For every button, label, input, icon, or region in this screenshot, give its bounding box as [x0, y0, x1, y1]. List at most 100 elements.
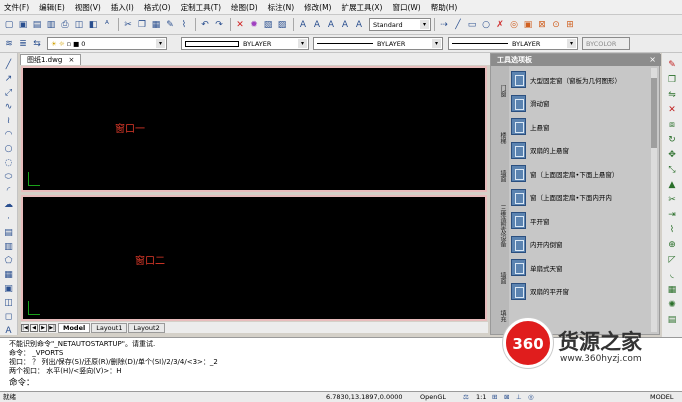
next-tab-icon[interactable]: ▶: [39, 323, 47, 332]
explode-icon[interactable]: ✺: [666, 299, 678, 311]
match-properties-icon[interactable]: ✎: [164, 19, 176, 31]
circle-icon[interactable]: ○: [3, 143, 15, 155]
layer-manager-icon[interactable]: ≋: [3, 38, 15, 50]
palette-scrollbar[interactable]: [651, 68, 657, 332]
publish-icon[interactable]: ◧: [87, 19, 99, 31]
hatch-icon[interactable]: ▤: [3, 227, 15, 239]
palette-tool[interactable]: 窗（上面固定扇•下面上悬窗）: [511, 162, 641, 186]
palette-tool[interactable]: 单扇式天窗: [511, 256, 641, 280]
grid-toggle-icon[interactable]: ⊠: [504, 393, 509, 402]
layer-select[interactable]: ☀ ☼ ▫ ■ 0 ▾: [47, 37, 167, 50]
palette-tool[interactable]: 内开内倒窗: [511, 233, 641, 257]
document-tab[interactable]: 图纸1.dwg ×: [20, 54, 82, 65]
layer-previous-icon[interactable]: ⇆: [31, 38, 43, 50]
layer-state-icon[interactable]: ≣: [17, 38, 29, 50]
menu-tools[interactable]: 定制工具(T): [181, 2, 221, 13]
menu-file[interactable]: 文件(F): [4, 2, 29, 13]
viewport-bottom[interactable]: 窗口二: [21, 195, 487, 321]
text-edit-icon[interactable]: A: [311, 19, 323, 31]
palette-tool[interactable]: 大型固定窗（窗板为几何图形）: [511, 68, 641, 92]
cross-tool-icon[interactable]: ⊠: [536, 19, 548, 31]
region-icon[interactable]: ⬠: [3, 255, 15, 267]
palette-tab-stairs[interactable]: 楼梯: [493, 124, 507, 152]
palette-tool[interactable]: 滑动窗: [511, 92, 641, 116]
spline-icon[interactable]: ≀: [3, 115, 15, 127]
color-select[interactable]: BYLAYER ▾: [181, 37, 309, 50]
point-icon[interactable]: ·: [3, 213, 15, 225]
block-icon[interactable]: ▨: [276, 19, 288, 31]
ray-icon[interactable]: ↗: [3, 73, 15, 85]
wipeout-icon[interactable]: ◻: [3, 311, 15, 323]
undo-icon[interactable]: ↶: [199, 19, 211, 31]
tab-model[interactable]: Model: [58, 322, 91, 333]
erase-icon[interactable]: ✎: [666, 59, 678, 71]
make-block-icon[interactable]: ◫: [3, 297, 15, 309]
status-scale[interactable]: 1:1: [476, 393, 486, 402]
open-file-icon[interactable]: ▣: [17, 19, 29, 31]
line-icon[interactable]: ╱: [3, 59, 15, 71]
close-icon[interactable]: ×: [69, 56, 75, 64]
menu-format[interactable]: 格式(O): [144, 2, 171, 13]
circle-dot-tool-icon[interactable]: ⊙: [550, 19, 562, 31]
break-icon[interactable]: ⌇: [666, 224, 678, 236]
copy-icon[interactable]: ❐: [136, 19, 148, 31]
polar-toggle-icon[interactable]: ◎: [528, 393, 534, 402]
print-icon[interactable]: ⎙: [59, 19, 71, 31]
array-icon[interactable]: ▦: [666, 284, 678, 296]
extend-icon[interactable]: ⇥: [666, 209, 678, 221]
palette-tool[interactable]: 平开窗: [511, 209, 641, 233]
menu-window[interactable]: 窗口(W): [392, 2, 420, 13]
stretch-icon[interactable]: ▲: [666, 179, 678, 191]
redo-icon[interactable]: ↷: [213, 19, 225, 31]
menu-edit[interactable]: 编辑(E): [39, 2, 65, 13]
delete-icon[interactable]: ✕: [666, 104, 678, 116]
text-style-icon[interactable]: A: [325, 19, 337, 31]
text-find-icon[interactable]: A: [339, 19, 351, 31]
rectangle-tool-icon[interactable]: ▭: [466, 19, 478, 31]
spell-check-icon[interactable]: ᴬ: [101, 19, 113, 31]
close-icon[interactable]: ×: [649, 54, 656, 66]
lineweight-select[interactable]: BYLAYER ▾: [448, 37, 578, 50]
scale-icon[interactable]: ⤡: [666, 164, 678, 176]
palette-tab-hatch[interactable]: 填充: [493, 302, 507, 330]
arrow-tool-icon[interactable]: ⇢: [438, 19, 450, 31]
box-tool-icon[interactable]: ▣: [522, 19, 534, 31]
last-tab-icon[interactable]: ▶|: [48, 323, 56, 332]
linetype-select[interactable]: BYLAYER ▾: [313, 37, 443, 50]
snap-tool-icon[interactable]: ◎: [508, 19, 520, 31]
menu-insert[interactable]: 插入(I): [111, 2, 134, 13]
delete-icon[interactable]: ✕: [234, 19, 246, 31]
donut-icon[interactable]: ◌: [3, 157, 15, 169]
first-tab-icon[interactable]: |◀: [21, 323, 29, 332]
purge-icon[interactable]: ✹: [248, 19, 260, 31]
menu-modify[interactable]: 修改(M): [304, 2, 331, 13]
move-icon[interactable]: ✥: [666, 149, 678, 161]
ellipse-icon[interactable]: ⬭: [3, 171, 15, 183]
properties-icon[interactable]: ▤: [666, 314, 678, 326]
table-icon[interactable]: ▦: [3, 269, 15, 281]
save-icon[interactable]: ▤: [31, 19, 43, 31]
paste-icon[interactable]: ▦: [150, 19, 162, 31]
grid-tool-icon[interactable]: ⊞: [564, 19, 576, 31]
gradient-icon[interactable]: ▥: [3, 241, 15, 253]
ortho-toggle-icon[interactable]: ⊥: [516, 393, 522, 402]
save-all-icon[interactable]: ▥: [45, 19, 57, 31]
tab-layout1[interactable]: Layout1: [91, 322, 128, 333]
print-preview-icon[interactable]: ◫: [73, 19, 85, 31]
layer-icon[interactable]: ▧: [262, 19, 274, 31]
line-tool-icon[interactable]: ╱: [452, 19, 464, 31]
tab-layout2[interactable]: Layout2: [128, 322, 165, 333]
menu-draw[interactable]: 绘图(D): [231, 2, 258, 13]
text-style-select[interactable]: Standard ▾: [369, 18, 431, 31]
palette-tab-doors-windows[interactable]: 门窗: [493, 74, 507, 108]
insert-block-icon[interactable]: ▣: [3, 283, 15, 295]
cloud-tool-icon[interactable]: ✗: [494, 19, 506, 31]
menu-view[interactable]: 视图(V): [75, 2, 101, 13]
menu-express[interactable]: 扩展工具(X): [341, 2, 382, 13]
brush-icon[interactable]: ⌇: [178, 19, 190, 31]
text-icon[interactable]: A: [297, 19, 309, 31]
scrollbar-thumb[interactable]: [651, 78, 657, 148]
offset-icon[interactable]: ⧈: [666, 119, 678, 131]
snap-toggle-icon[interactable]: ⊞: [492, 393, 497, 402]
cut-icon[interactable]: ✂: [122, 19, 134, 31]
